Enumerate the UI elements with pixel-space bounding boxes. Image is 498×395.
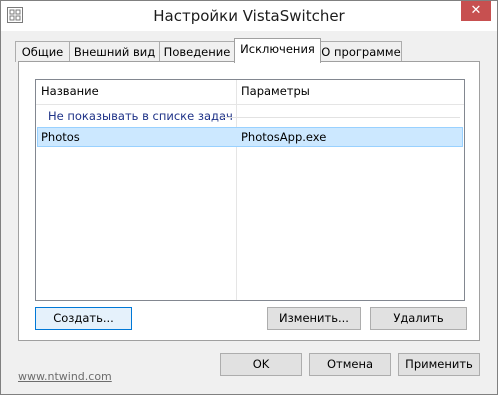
tab-appearance[interactable]: Внешний вид xyxy=(69,41,160,62)
group-divider xyxy=(221,117,460,118)
exclusions-list[interactable]: Название Параметры Не показывать в списк… xyxy=(35,79,465,301)
column-divider xyxy=(236,80,237,300)
list-item-name: Photos xyxy=(41,130,80,144)
close-icon: ✕ xyxy=(470,3,482,18)
cancel-button[interactable]: Отмена xyxy=(309,353,391,376)
window-title: Настройки VistaSwitcher xyxy=(153,7,345,25)
title-bar[interactable]: Настройки VistaSwitcher ✕ xyxy=(1,1,497,31)
tab-exclusions[interactable]: Исключения xyxy=(234,38,321,63)
list-item-params: PhotosApp.exe xyxy=(241,130,327,144)
group-header[interactable]: Не показывать в списке задач xyxy=(48,109,233,123)
settings-window: Настройки VistaSwitcher ✕ Общие Внешний … xyxy=(0,0,498,395)
ok-button[interactable]: OK xyxy=(220,353,302,376)
delete-button[interactable]: Удалить xyxy=(370,307,467,330)
tab-general[interactable]: Общие xyxy=(15,41,70,62)
create-button[interactable]: Создать... xyxy=(35,307,132,330)
close-button[interactable]: ✕ xyxy=(461,1,491,21)
column-header-params[interactable]: Параметры xyxy=(241,84,310,98)
apply-button[interactable]: Применить xyxy=(398,353,480,376)
list-item[interactable]: Photos PhotosApp.exe xyxy=(37,127,463,147)
tab-about[interactable]: О программе xyxy=(320,41,402,62)
column-header-name[interactable]: Название xyxy=(41,84,99,98)
edit-button[interactable]: Изменить... xyxy=(267,307,361,330)
header-divider xyxy=(36,104,464,105)
tab-behavior[interactable]: Поведение xyxy=(159,41,235,62)
exclusions-panel: Название Параметры Не показывать в списк… xyxy=(18,61,480,341)
website-link[interactable]: www.ntwind.com xyxy=(18,370,112,383)
